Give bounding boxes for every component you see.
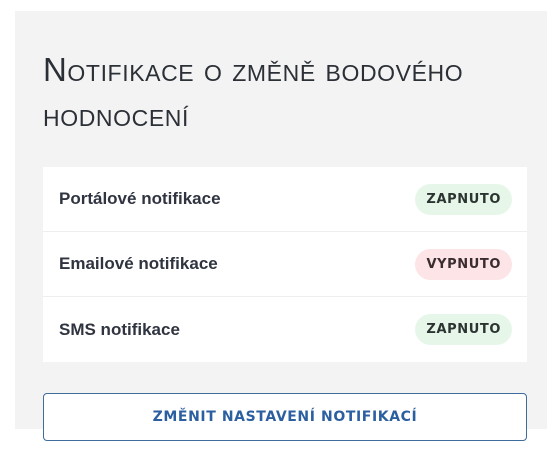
panel-title: Notifikace o změně bodového hodnocení [43,51,464,133]
notification-label: Emailové notifikace [59,254,218,273]
status-badge: VYPNUTO [415,248,512,280]
notification-row-sms: SMS notifikace ZAPNUTO [43,297,527,362]
status-badge: ZAPNUTO [415,183,512,215]
notification-list: Portálové notifikace ZAPNUTO Emailové no… [43,167,527,362]
change-notification-settings-button[interactable]: ZMĚNIT NASTAVENÍ NOTIFIKACÍ [43,393,527,441]
notification-row-portal: Portálové notifikace ZAPNUTO [43,167,527,232]
notification-label: SMS notifikace [59,319,180,339]
notification-row-email: Emailové notifikace VYPNUTO [43,232,527,297]
notification-label: Portálové notifikace [59,189,221,208]
notification-settings-card: Notifikace o změně bodového hodnocení Po… [15,11,547,441]
status-badge: ZAPNUTO [415,314,512,345]
